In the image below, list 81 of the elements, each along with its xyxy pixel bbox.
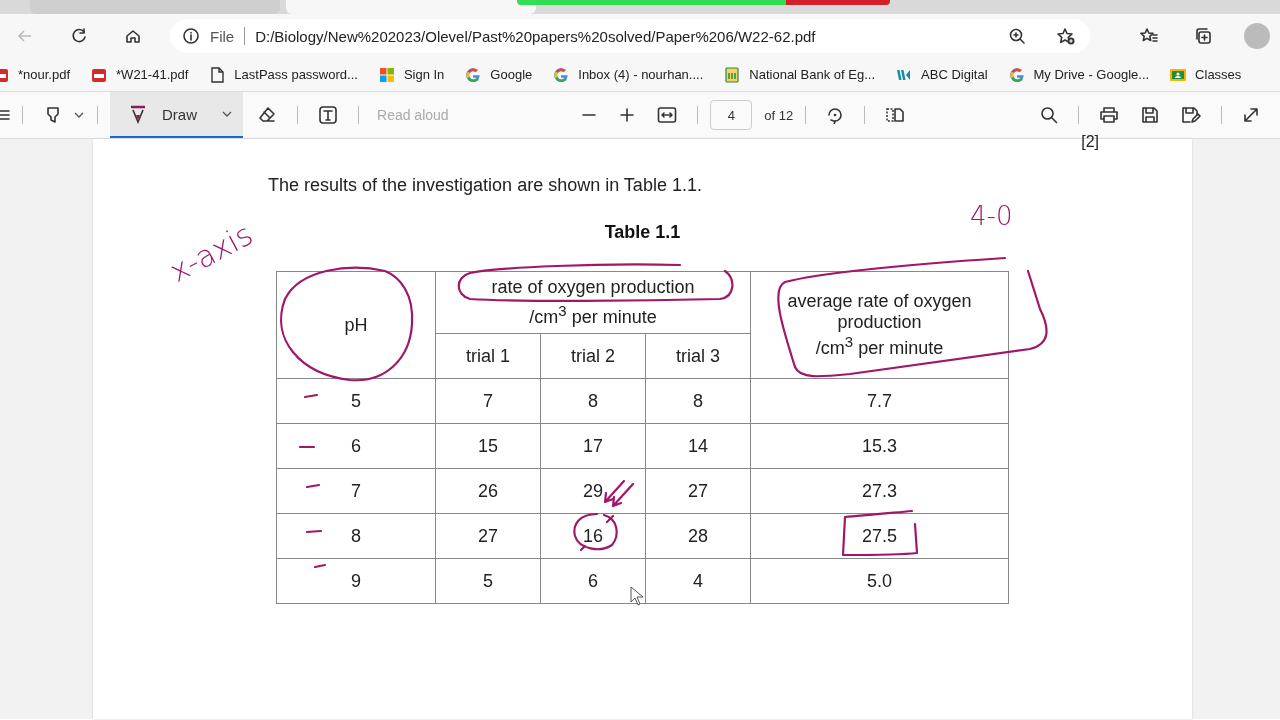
table-header-cell: average rate of oxygen production /cm$^{3}$ per minute [750, 271, 1009, 379]
four-squares-icon [377, 65, 396, 84]
table-cell: 6 [276, 423, 436, 469]
table-cell: 27 [645, 468, 751, 514]
table-cell: 5 [276, 378, 436, 424]
table-cell: 28 [645, 513, 751, 559]
page-icon [208, 65, 227, 84]
ink-dash [303, 393, 319, 399]
ink-arrows [603, 479, 635, 508]
table-cell: 26 [435, 468, 541, 514]
ink-dash [313, 563, 327, 569]
rotate-icon[interactable] [826, 106, 845, 124]
pen-icon [128, 104, 148, 124]
two-page-icon[interactable] [885, 106, 906, 124]
table-cell: 27.3 [750, 468, 1009, 514]
info-icon[interactable] [182, 27, 200, 45]
bookmark-item[interactable]: Classes [1169, 65, 1242, 84]
table-header-cell: pH [276, 271, 436, 379]
table-cell: 8 [540, 378, 646, 424]
fit-width-icon[interactable] [657, 106, 678, 124]
table-cell: 27.5 [750, 513, 1009, 559]
bookmark-item[interactable]: *nour.pdf [0, 65, 71, 84]
collections-icon[interactable] [1194, 27, 1212, 45]
table-cell: 7 [276, 468, 436, 514]
google-g-icon [1007, 65, 1026, 84]
table-cell: 27 [435, 513, 541, 559]
ink-dash [305, 483, 321, 489]
table-cell: 4 [645, 558, 751, 604]
body-text: The results of the investigation are shown in Table 1.1. [268, 175, 703, 196]
table-cell: 14 [645, 423, 751, 469]
zoom-in-icon[interactable] [619, 107, 636, 123]
save-as-icon[interactable] [1181, 106, 1201, 124]
table-cell: 15.3 [750, 423, 1009, 469]
refresh-icon[interactable] [70, 27, 88, 45]
google-g-icon [464, 65, 483, 84]
menu-icon[interactable] [0, 107, 10, 123]
bookmark-item[interactable]: Inbox (4) - nourhan.... [552, 65, 704, 84]
bank-icon [723, 65, 742, 84]
mark-allocation: [2] [1081, 133, 1099, 151]
table-cell: 15 [435, 423, 541, 469]
bookmark-item[interactable]: My Drive - Google... [1007, 65, 1150, 84]
table-cell: 17 [540, 423, 646, 469]
printer-icon[interactable] [1099, 106, 1119, 124]
table-cell: 7 [435, 378, 541, 424]
table-cell: 5 [435, 558, 541, 604]
bookmark-item[interactable]: LastPass password... [208, 65, 358, 84]
table-cell: 9 [276, 558, 436, 604]
add-favorite-icon[interactable] [1056, 27, 1076, 45]
eraser-icon[interactable] [257, 105, 277, 125]
table-cell: 8 [276, 513, 436, 559]
google-g-icon [552, 65, 571, 84]
page-number-field[interactable]: 4 [710, 100, 753, 130]
mouse-pointer-icon [630, 586, 644, 606]
bookmark-item[interactable]: *W21-41.pdf [90, 65, 189, 84]
bookmark-item[interactable]: Sign In [377, 65, 445, 84]
url-text: D:/Biology/New%202023/Olevel/Past%20papers%20solved/Paper%206/W22-62.pdf [255, 27, 816, 45]
page-count: of 12 [764, 107, 794, 123]
home-icon[interactable] [124, 27, 142, 45]
bookmark-item[interactable]: National Bank of Eg... [723, 65, 876, 84]
site-label: File [210, 27, 235, 45]
search-icon[interactable] [1040, 106, 1058, 124]
table-header-cell: rate of oxygen production /cm$^{3}$ per minute [435, 271, 751, 334]
table-cell: 5.0 [750, 558, 1009, 604]
save-icon[interactable] [1141, 106, 1159, 124]
bookmark-item[interactable]: Google [464, 65, 533, 84]
table-header-cell: trial 2 [540, 333, 646, 379]
draw-button[interactable]: Draw [110, 92, 243, 138]
table-cell: 29 [540, 468, 646, 514]
table-cell: 8 [645, 378, 751, 424]
text-box-icon[interactable] [318, 105, 338, 125]
bookmark-item[interactable]: ABC Digital [895, 65, 988, 84]
handwritten-note: 4-0 [970, 201, 1013, 231]
ink-dash [305, 529, 323, 534]
address-bar[interactable]: File D:/Biology/New%202023/Olevel/Past%20papers%20solved/Paper%206/W22-62.pdf [170, 19, 1090, 53]
favorites-icon[interactable] [1140, 27, 1158, 45]
table-cell: 16 [540, 513, 646, 559]
table-header-cell: trial 1 [435, 333, 541, 379]
expand-icon[interactable] [1242, 106, 1260, 124]
ink-dash [298, 445, 316, 449]
zoom-icon[interactable] [1008, 27, 1026, 45]
table-cell: 7.7 [750, 378, 1009, 424]
